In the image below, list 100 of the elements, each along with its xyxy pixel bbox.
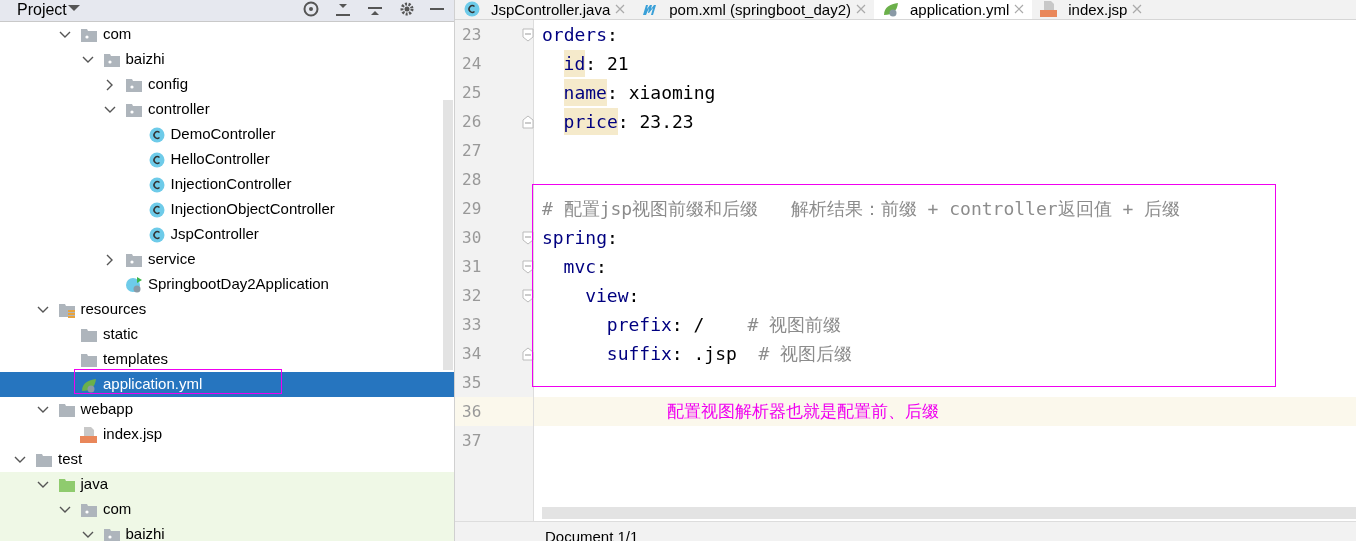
dropdown-icon (66, 4, 81, 12)
line-number: 26 (462, 110, 482, 133)
folder-icon (57, 476, 76, 493)
spring-app-icon (125, 276, 143, 293)
expand-all-icon (334, 1, 352, 17)
line-number: 30 (462, 226, 482, 249)
tree-item[interactable]: test (58, 448, 83, 471)
tree-item[interactable]: resources (80, 298, 147, 321)
line-number: 35 (462, 371, 482, 394)
tree-item[interactable]: static (103, 323, 138, 346)
line-number: 37 (462, 429, 482, 452)
class-icon (147, 226, 166, 243)
tree-item[interactable]: JspController (170, 223, 259, 246)
tree-item[interactable]: controller (148, 98, 210, 121)
line-number: 23 (462, 23, 482, 46)
code-key: spring (542, 224, 608, 251)
package-icon (80, 501, 98, 518)
editor-tab[interactable]: application.yml (874, 0, 1033, 19)
tree-item[interactable]: com (103, 498, 132, 521)
code-comment: # 视图后缀 (758, 342, 853, 366)
code-key: id (563, 50, 586, 77)
code-punctuation: : (671, 313, 684, 337)
package-icon (80, 26, 98, 43)
code-punctuation: : (617, 110, 630, 134)
code-value: / (693, 313, 705, 337)
code-punctuation: : (585, 52, 598, 76)
scrollbar[interactable] (542, 507, 1356, 519)
code-key: prefix (606, 311, 672, 338)
package-icon (102, 526, 121, 541)
tree-item[interactable]: templates (103, 348, 169, 371)
tree-item[interactable]: index.jsp (103, 423, 163, 446)
code-comment: # 配置jsp视图前缀和后缀 解析结果：前缀 + controller返回值 + 后缀 (542, 197, 1181, 221)
editor-tab[interactable]: JspController.java (455, 0, 634, 19)
code-value: 23.23 (639, 110, 694, 134)
code-key: suffix (606, 340, 672, 367)
code-key: price (563, 108, 618, 135)
fold-start-icon[interactable] (522, 288, 534, 303)
code-punctuation: : (606, 81, 619, 105)
scrollbar[interactable] (443, 100, 453, 370)
folder-icon (57, 401, 76, 418)
close-icon (1014, 4, 1025, 14)
tree-item[interactable]: service (148, 248, 196, 271)
tree-item[interactable]: DemoController (170, 123, 276, 146)
folder-icon (80, 351, 98, 368)
resources-folder-icon (57, 301, 76, 318)
tree-item[interactable]: com (103, 23, 132, 46)
code-punctuation: : (607, 23, 618, 47)
tree-item[interactable]: InjectionObjectController (170, 198, 335, 221)
tree-item[interactable]: SpringbootDay2Application (148, 273, 329, 296)
tree-item[interactable]: java (80, 473, 109, 496)
code-punctuation: : (607, 226, 618, 250)
code-comment: # 视图前缀 (747, 313, 842, 337)
line-number: 31 (462, 255, 482, 278)
tree-item[interactable]: webapp (80, 398, 134, 421)
annotation-text: 配置视图解析器也就是配置前、后缀 (667, 399, 939, 423)
code-punctuation: : (671, 342, 684, 366)
panel-title: Project (17, 1, 67, 19)
tree-item[interactable]: HelloController (170, 148, 270, 171)
package-icon (125, 101, 143, 118)
code-key: orders (542, 21, 608, 48)
package-icon (125, 251, 143, 268)
line-number: 34 (462, 342, 482, 365)
code-key: name (563, 79, 607, 106)
line-number: 28 (462, 168, 482, 191)
line-number: 27 (462, 139, 482, 162)
line-number: 29 (462, 197, 482, 220)
line-number: 32 (462, 284, 482, 307)
line-number: 33 (462, 313, 482, 336)
class-icon (147, 126, 166, 143)
editor-tab[interactable]: index.jsp (1032, 0, 1151, 19)
folder-icon (80, 326, 98, 343)
tree-item[interactable]: InjectionController (170, 173, 292, 196)
folder-icon (35, 451, 53, 468)
close-icon (856, 4, 866, 14)
code-key: mvc (563, 253, 597, 280)
fold-start-icon[interactable] (522, 230, 534, 245)
line-number: 25 (462, 81, 482, 104)
class-icon (147, 151, 166, 168)
code-key: view (585, 282, 629, 309)
tree-item[interactable]: baizhi (125, 48, 165, 71)
leaf-icon (882, 1, 900, 17)
line-number: 36 (462, 400, 482, 423)
fold-start-icon[interactable] (522, 259, 534, 274)
tree-item[interactable]: baizhi (125, 523, 165, 541)
line-number: 24 (462, 52, 482, 75)
settings-icon (398, 1, 416, 17)
class-icon (463, 1, 481, 17)
code-value: 21 (606, 52, 629, 76)
minimize-icon (430, 8, 444, 10)
close-icon (615, 4, 626, 14)
package-icon (125, 76, 143, 93)
fold-start-icon[interactable] (522, 27, 534, 42)
package-icon (102, 51, 121, 68)
code-punctuation: : (596, 255, 607, 279)
editor-tab[interactable]: pom.xml (springboot_day2) (633, 0, 874, 19)
tree-item[interactable]: config (148, 73, 189, 96)
jsp-file-icon (1040, 1, 1059, 17)
fold-end-icon[interactable] (522, 346, 534, 361)
code-value: .jsp (693, 342, 737, 366)
locate-icon (302, 1, 320, 17)
